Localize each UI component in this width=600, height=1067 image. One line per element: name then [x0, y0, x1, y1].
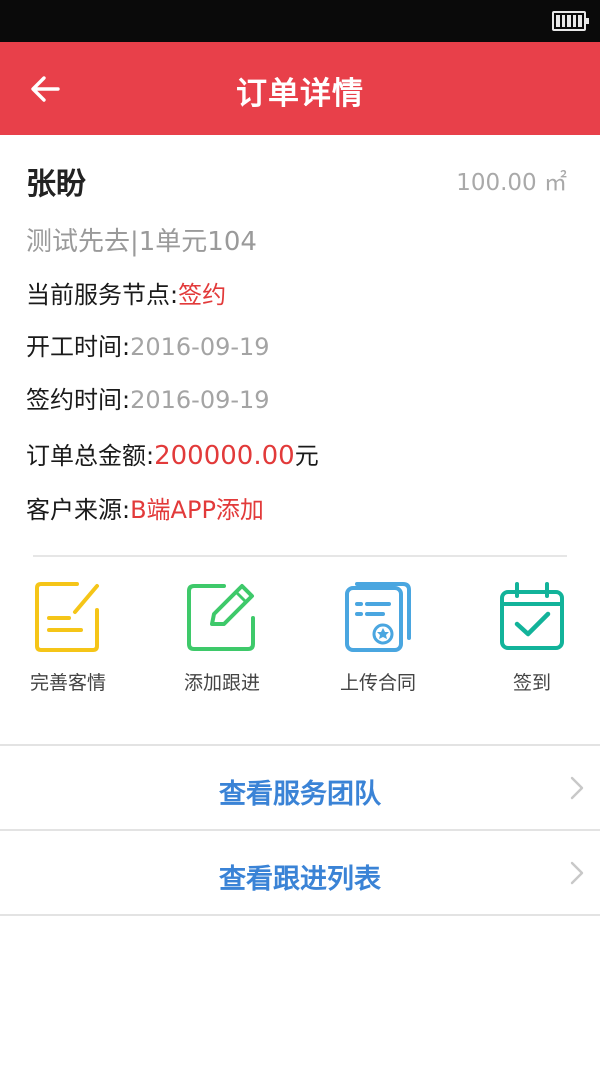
add-followup-label: 添加跟进 — [183, 672, 260, 694]
sign-time-value: 2016-09-19 — [130, 386, 270, 414]
nav-bar: 订单详情 — [0, 42, 600, 135]
upload-contract-button[interactable]: 上传合同 — [313, 580, 443, 695]
customer-name: 张盼 — [26, 167, 86, 202]
source-label: 客户来源: — [26, 496, 131, 524]
service-node-row: 当前服务节点:签约 — [26, 275, 226, 310]
calendar-check-icon — [500, 582, 564, 650]
view-followup-list-row[interactable]: 查看跟进列表 — [0, 829, 600, 913]
total-amount-unit: 元 — [294, 442, 319, 470]
source-row: 客户来源:B端APP添加 — [26, 490, 264, 525]
complete-customer-info-label: 完善客情 — [29, 672, 106, 694]
chevron-right-icon — [570, 861, 584, 885]
total-amount-row: 订单总金额:200000.00元 — [26, 436, 319, 471]
start-time-value: 2016-09-19 — [130, 333, 270, 361]
chevron-right-icon — [570, 776, 584, 800]
add-followup-button[interactable]: 添加跟进 — [157, 580, 287, 695]
pencil-square-icon — [187, 584, 255, 651]
service-node-value: 签约 — [178, 281, 227, 309]
total-amount-label: 订单总金额: — [26, 442, 155, 470]
sign-time-label: 签约时间: — [26, 386, 131, 414]
start-time-label: 开工时间: — [26, 333, 131, 361]
contract-icon — [345, 582, 411, 652]
complete-customer-info-button[interactable]: 完善客情 — [3, 580, 133, 695]
check-in-button[interactable]: 签到 — [467, 580, 597, 695]
source-value: B端APP添加 — [130, 496, 264, 524]
divider — [0, 914, 600, 916]
battery-icon — [552, 11, 589, 31]
start-time-row: 开工时间:2016-09-19 — [26, 327, 270, 362]
house-area: 100.00 ㎡ — [456, 170, 567, 196]
sign-time-row: 签约时间:2016-09-19 — [26, 380, 270, 415]
view-followup-list-label: 查看跟进列表 — [219, 864, 381, 895]
action-bar: 完善客情 添加跟进 上传合同 签到 — [0, 580, 600, 700]
view-service-team-label: 查看服务团队 — [219, 779, 381, 810]
status-bar — [0, 0, 600, 42]
check-in-label: 签到 — [512, 672, 551, 694]
service-node-label: 当前服务节点: — [26, 281, 179, 309]
view-service-team-row[interactable]: 查看服务团队 — [0, 744, 600, 828]
page-title: 订单详情 — [236, 76, 364, 112]
total-amount-value: 200000.00 — [154, 441, 295, 471]
upload-contract-label: 上传合同 — [339, 672, 416, 694]
divider — [33, 555, 567, 557]
customer-address: 测试先去|1单元104 — [26, 227, 257, 257]
edit-note-icon — [35, 582, 99, 652]
